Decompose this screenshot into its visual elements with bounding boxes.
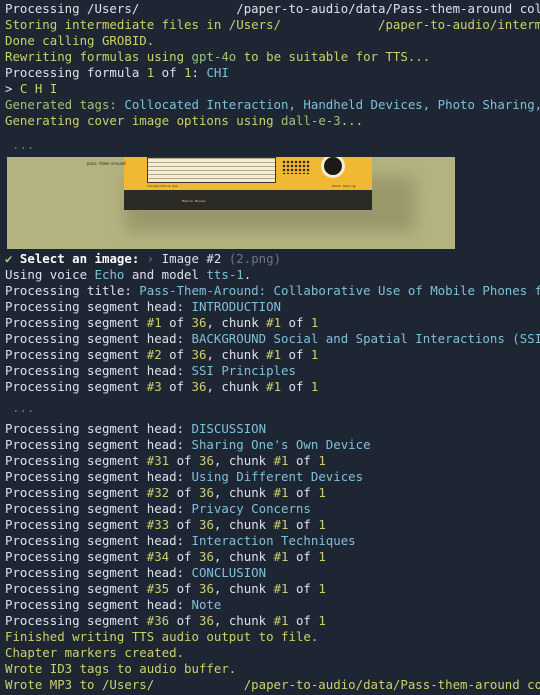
- radio-screen: [147, 157, 276, 183]
- log-line-tags: Generated tags: Collocated Interaction, …: [5, 97, 540, 112]
- segment-chunk-line: Processing segment #35 of 36, chunk #1 o…: [5, 581, 326, 596]
- log-line-storing-files: Storing intermediate files in /Users/ /p…: [5, 17, 540, 32]
- log-line-processing-file: Processing /Users/ /paper-to-audio/data/…: [5, 1, 540, 16]
- image-select-prompt[interactable]: ✔ Select an image: › Image #2 (2.png): [5, 251, 281, 267]
- segment-head-line: Processing segment head: DISCUSSION: [5, 421, 267, 436]
- log-line-chapters: Chapter markers created.: [5, 645, 185, 660]
- cover-label: Collaborative Use: [147, 184, 178, 188]
- segment-head-line: Processing segment head: Privacy Concern…: [5, 501, 311, 516]
- log-line-formula: Processing formula 1 of 1: CHI: [5, 65, 229, 80]
- ellipsis-separator: ...: [12, 137, 35, 152]
- segment-chunk-line: Processing segment #33 of 36, chunk #1 o…: [5, 517, 326, 532]
- log-line-finished: Finished writing TTS audio output to fil…: [5, 629, 319, 644]
- cover-label: pass-them-around: [87, 161, 126, 166]
- segment-chunk-line: Processing segment #3 of 36, chunk #1 of…: [5, 379, 319, 394]
- cover-image-preview: pass-them-around Collaborative Use Mobil…: [7, 157, 455, 249]
- segment-head-line: Processing segment head: SSI Principles: [5, 363, 296, 378]
- log-line-rewriting-formulas: Rewriting formulas using gpt-4o to be su…: [5, 49, 431, 64]
- segment-head-line: Processing segment head: INTRODUCTION: [5, 299, 282, 314]
- log-line-cover-generation: Generating cover image options using dal…: [5, 113, 364, 128]
- segment-chunk-line: Processing segment #36 of 36, chunk #1 o…: [5, 613, 326, 628]
- segment-chunk-line: Processing segment #2 of 36, chunk #1 of…: [5, 347, 319, 362]
- log-line-id3: Wrote ID3 tags to audio buffer.: [5, 661, 237, 676]
- segment-head-line: Processing segment head: Sharing One's O…: [5, 437, 371, 452]
- segment-head-line: Processing segment head: CONCLUSION: [5, 565, 267, 580]
- log-line-formula-output: > C H I: [5, 81, 58, 96]
- cover-label: Photo Sharing: [332, 184, 356, 188]
- segment-chunk-line: Processing segment #31 of 36, chunk #1 o…: [5, 453, 326, 468]
- segment-head-line: Processing segment head: Using Different…: [5, 469, 364, 484]
- terminal-window[interactable]: Processing /Users/ /paper-to-audio/data/…: [0, 0, 540, 695]
- segment-chunk-line: Processing segment #32 of 36, chunk #1 o…: [5, 485, 326, 500]
- log-line-grobid: Done calling GROBID.: [5, 33, 155, 48]
- ellipsis-separator: ...: [12, 400, 35, 415]
- log-line-title: Processing title: Pass-Them-Around: Coll…: [5, 283, 540, 298]
- log-line-mp3: Wrote MP3 to /Users/ /paper-to-audio/dat…: [5, 677, 540, 692]
- segment-chunk-line: Processing segment #1 of 36, chunk #1 of…: [5, 315, 319, 330]
- cover-label: Mobile Phones: [182, 199, 206, 203]
- segment-head-line: Processing segment head: Interaction Tec…: [5, 533, 356, 548]
- log-line-voice: Using voice Echo and model tts-1.: [5, 267, 252, 282]
- segment-head-line: Processing segment head: BACKGROUND Soci…: [5, 331, 540, 346]
- segment-head-line: Processing segment head: Note: [5, 597, 222, 612]
- segment-chunk-line: Processing segment #34 of 36, chunk #1 o…: [5, 549, 326, 564]
